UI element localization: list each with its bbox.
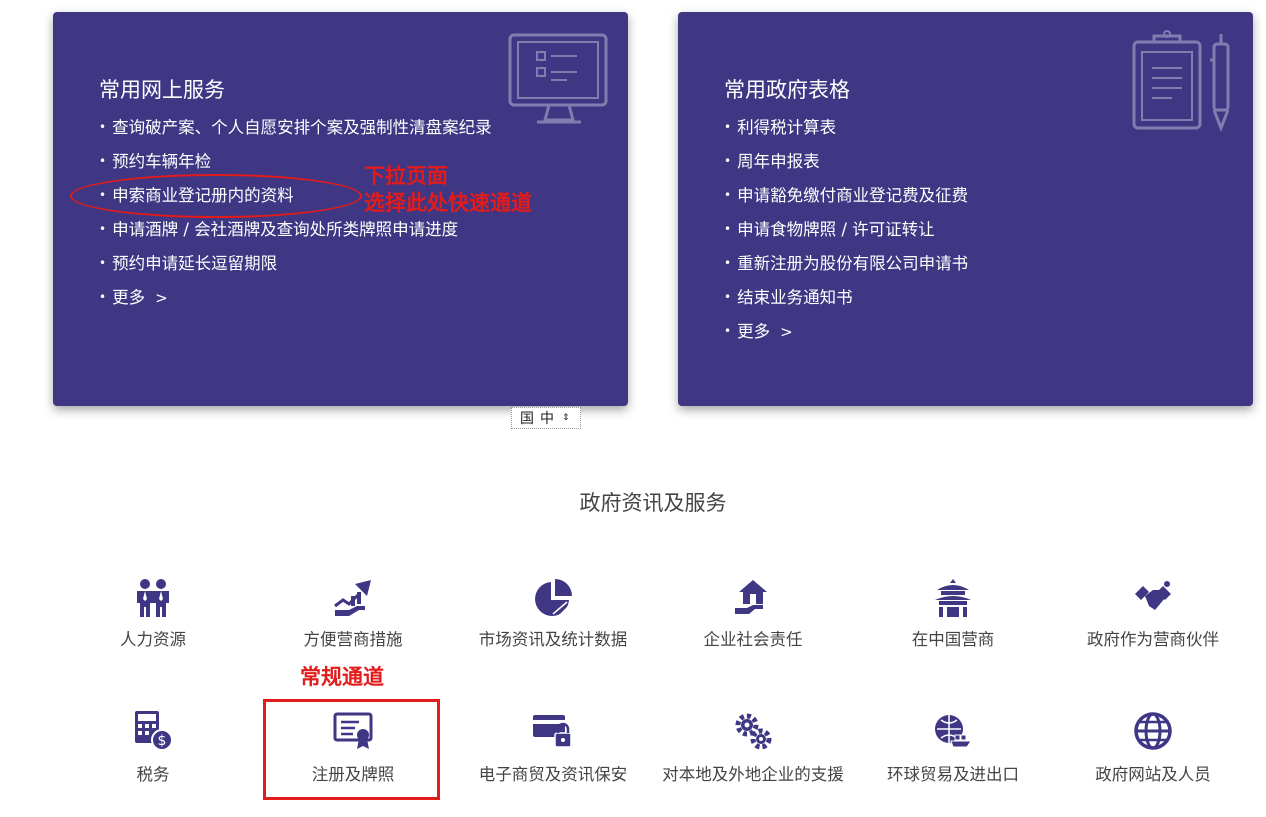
svg-text:$: $ bbox=[158, 733, 167, 749]
language-select[interactable]: 国 中 ⇕ bbox=[511, 407, 581, 429]
service-label: 对本地及外地企业的支援 bbox=[662, 765, 844, 784]
globe-icon bbox=[1134, 712, 1172, 750]
gov-form-link[interactable]: 周年申报表 bbox=[724, 150, 968, 184]
calculator-dollar-icon: $ bbox=[135, 711, 173, 751]
online-service-link[interactable]: 查询破产案、个人自愿安排个案及强制性清盘案纪录 bbox=[99, 116, 492, 150]
service-business-facilitation[interactable]: 方便营商措施 bbox=[253, 578, 453, 652]
online-services-title: 常用网上服务 bbox=[99, 78, 225, 102]
annotation-pulldown-line1: 下拉页面 bbox=[364, 164, 448, 188]
service-label: 政府作为营商伙伴 bbox=[1087, 630, 1219, 649]
gov-forms-list: 利得税计算表 周年申报表 申请豁免缴付商业登记费及征费 申请食物牌照 / 许可证… bbox=[724, 116, 968, 354]
people-icon bbox=[137, 579, 169, 617]
clipboard-pen-icon bbox=[1132, 30, 1230, 133]
service-label: 政府网站及人员 bbox=[1095, 765, 1211, 784]
gov-form-link[interactable]: 重新注册为股份有限公司申请书 bbox=[724, 252, 968, 286]
service-label: 人力资源 bbox=[120, 630, 186, 649]
service-tax[interactable]: $ 税务 bbox=[53, 711, 253, 787]
service-human-resources[interactable]: 人力资源 bbox=[53, 578, 253, 652]
monitor-checklist-icon bbox=[508, 33, 608, 124]
annotation-ellipse bbox=[70, 174, 362, 218]
handshake-icon bbox=[1135, 581, 1171, 610]
gov-form-link[interactable]: 申请食物牌照 / 许可证转让 bbox=[724, 218, 968, 252]
service-label: 注册及牌照 bbox=[311, 765, 395, 784]
service-business-in-china[interactable]: 在中国营商 bbox=[853, 578, 1053, 652]
gears-icon bbox=[735, 713, 772, 750]
service-label: 电子商贸及资讯保安 bbox=[478, 765, 628, 784]
pie-chart-icon bbox=[535, 579, 572, 617]
gov-forms-card: 常用政府表格 利得税计算表 周年申报表 申请豁免缴付商业登记费及征费 申请食物牌… bbox=[678, 12, 1253, 406]
service-gov-websites[interactable]: 政府网站及人员 bbox=[1053, 711, 1253, 787]
service-enterprise-support[interactable]: 对本地及外地企业的支援 bbox=[653, 711, 853, 787]
gov-forms-title: 常用政府表格 bbox=[724, 78, 850, 102]
service-registration-licensing[interactable]: 注册及牌照 bbox=[253, 711, 453, 787]
section-title: 政府资讯及服务 bbox=[579, 491, 727, 515]
service-csr[interactable]: 企业社会责任 bbox=[653, 578, 853, 652]
gov-forms-more-link[interactable]: 更多> bbox=[724, 320, 968, 354]
chevron-right-icon: > bbox=[780, 323, 793, 341]
service-gov-partner[interactable]: 政府作为营商伙伴 bbox=[1053, 578, 1253, 652]
chevron-right-icon: > bbox=[155, 289, 168, 307]
select-arrows-icon: ⇕ bbox=[562, 413, 570, 423]
service-market-statistics[interactable]: 市场资讯及统计数据 bbox=[453, 578, 653, 652]
service-label: 在中国营商 bbox=[911, 630, 995, 649]
service-ecommerce-security[interactable]: 电子商贸及资讯保安 bbox=[453, 711, 653, 787]
language-value: 中 bbox=[540, 411, 554, 427]
online-services-more-link[interactable]: 更多> bbox=[99, 286, 492, 320]
online-services-list: 查询破产案、个人自愿安排个案及强制性清盘案纪录 预约车辆年检 申索商业登记册内的… bbox=[99, 116, 492, 320]
language-icon: 国 bbox=[520, 411, 534, 427]
annotation-regular-channel: 常规通道 bbox=[300, 665, 384, 689]
service-label: 环球贸易及进出口 bbox=[887, 765, 1019, 784]
service-label: 税务 bbox=[136, 765, 170, 784]
service-global-trade[interactable]: 环球贸易及进出口 bbox=[853, 711, 1053, 787]
service-label: 市场资讯及统计数据 bbox=[478, 630, 628, 649]
service-label: 方便营商措施 bbox=[303, 630, 403, 649]
certificate-icon bbox=[333, 712, 373, 749]
globe-ship-icon bbox=[935, 715, 972, 748]
service-label: 企业社会责任 bbox=[703, 630, 803, 649]
card-lock-icon bbox=[533, 715, 572, 748]
growth-hand-icon bbox=[334, 580, 371, 616]
gov-form-link[interactable]: 结束业务通知书 bbox=[724, 286, 968, 320]
online-service-link[interactable]: 预约申请延长逗留期限 bbox=[99, 252, 492, 286]
online-service-link[interactable]: 申请酒牌 / 会社酒牌及查询处所类牌照申请进度 bbox=[99, 218, 492, 252]
gov-form-link[interactable]: 利得税计算表 bbox=[724, 116, 968, 150]
annotation-pulldown-line2: 选择此处快速通道 bbox=[364, 191, 532, 215]
house-hand-icon bbox=[735, 580, 767, 614]
temple-icon bbox=[935, 579, 971, 617]
gov-form-link[interactable]: 申请豁免缴付商业登记费及征费 bbox=[724, 184, 968, 218]
